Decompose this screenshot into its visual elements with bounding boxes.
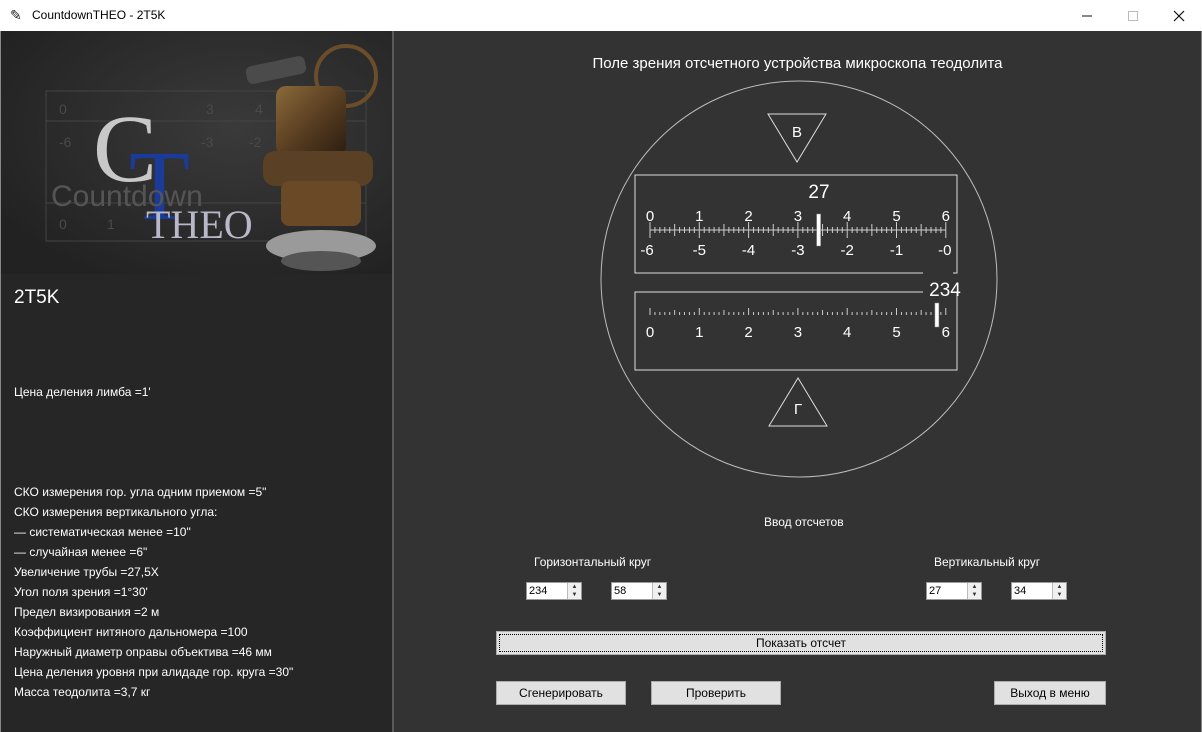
- spin-up-icon[interactable]: ▲: [968, 583, 981, 591]
- spin-down-icon[interactable]: ▼: [1053, 591, 1066, 599]
- vertical-scale-bottom-label: -5: [693, 242, 706, 259]
- spec-line: Угол поля зрения =1°30': [14, 585, 148, 599]
- horizontal-minutes-input[interactable]: [612, 583, 654, 599]
- vertical-degree: 27: [808, 182, 829, 203]
- svg-text:-2: -2: [249, 134, 262, 150]
- spec-line: Масса теодолита =3,7 кг: [14, 685, 151, 699]
- vertical-marker-label: В: [792, 124, 802, 141]
- spec-line: СКО измерения гор. угла одним приемом =5…: [14, 485, 267, 499]
- svg-text:-6: -6: [59, 134, 72, 150]
- vertical-scale-bottom-label: -3: [791, 242, 804, 259]
- vertical-minutes-input[interactable]: [1012, 583, 1054, 599]
- svg-text:0: 0: [59, 101, 67, 117]
- horizontal-scale-label: 0: [646, 324, 654, 341]
- horizontal-scale-label: 5: [892, 324, 900, 341]
- spec-line: Коэффициент нитяного дальномера =100: [14, 625, 248, 639]
- vertical-scale-top-label: 4: [843, 208, 851, 225]
- svg-text:0: 0: [59, 216, 67, 232]
- close-icon[interactable]: [1156, 0, 1202, 31]
- spec-line: — случайная менее =6": [14, 545, 148, 559]
- spin-down-icon[interactable]: ▼: [568, 591, 581, 599]
- title-bar: ✎ CountdownTHEO - 2T5K: [0, 0, 1202, 32]
- horizontal-marker-label: Г: [794, 401, 802, 418]
- vertical-scale-top-label: 5: [892, 208, 900, 225]
- generate-button[interactable]: Сгенерировать: [496, 681, 626, 705]
- vertical-scale-top-label: 1: [695, 208, 703, 225]
- horizontal-scale-label: 2: [744, 324, 752, 341]
- window-title: CountdownTHEO - 2T5K: [32, 8, 166, 22]
- show-reading-button[interactable]: Показать отсчет: [496, 631, 1106, 655]
- maximize-icon[interactable]: [1110, 0, 1156, 31]
- instrument-model: 2T5K: [14, 287, 60, 308]
- spec-line: — систематическая менее =10": [14, 525, 191, 539]
- horizontal-scale-label: 4: [843, 324, 851, 341]
- horizontal-index-mark: [934, 302, 940, 328]
- spin-down-icon[interactable]: ▼: [653, 591, 666, 599]
- spin-arrows[interactable]: ▲ ▼: [1052, 583, 1066, 599]
- horizontal-scale-label: 3: [794, 324, 802, 341]
- reading-panel: Поле зрения отсчетного устройства микрос…: [394, 31, 1201, 732]
- minimize-icon[interactable]: [1064, 0, 1110, 31]
- spec-line: Цена деления уровня при алидаде гор. кру…: [14, 665, 294, 679]
- vertical-scale-top-label: 6: [942, 208, 950, 225]
- vertical-scale-bottom-label: -1: [890, 242, 903, 259]
- spec-line: Наружный диаметр оправы объектива =46 мм: [14, 645, 272, 659]
- spec-line: СКО измерения вертикального угла:: [14, 505, 218, 519]
- horizontal-degrees-input[interactable]: [527, 583, 569, 599]
- vertical-minutes-spinbox[interactable]: ▲▼: [1011, 582, 1067, 600]
- instrument-panel: 0 -6 3 -3 4 -2 01 C T Countdown THEO 2T5K Ц…: [1, 31, 392, 732]
- vertical-degrees-input[interactable]: [927, 583, 969, 599]
- spin-arrows[interactable]: ▲ ▼: [967, 583, 981, 599]
- spin-up-icon[interactable]: ▲: [653, 583, 666, 591]
- spin-up-icon[interactable]: ▲: [568, 583, 581, 591]
- spec-line: Увеличение трубы =27,5X: [14, 565, 159, 579]
- vertical-scale-bottom-label: -4: [742, 242, 755, 259]
- limb-division: Цена деления лимба =1': [14, 385, 151, 399]
- vertical-degrees-spinbox[interactable]: ▲▼: [926, 582, 982, 600]
- horizontal-degree: 234: [929, 280, 961, 301]
- spin-arrows[interactable]: ▲ ▼: [652, 583, 666, 599]
- vertical-scale-bottom-label: -6: [640, 242, 653, 259]
- svg-text:1: 1: [107, 216, 115, 232]
- feather-icon: ✎: [10, 7, 22, 23]
- vertical-index-mark: [816, 213, 821, 247]
- spec-line: Предел визирования =2 м: [14, 605, 160, 619]
- check-button[interactable]: Проверить: [651, 681, 781, 705]
- vertical-scale-top-label: 2: [744, 208, 752, 225]
- app-logo: 0 -6 3 -3 4 -2 01 C T Countdown THEO: [1, 31, 392, 274]
- spin-up-icon[interactable]: ▲: [1053, 583, 1066, 591]
- spin-down-icon[interactable]: ▼: [968, 591, 981, 599]
- horizontal-scale-label: 6: [942, 324, 950, 341]
- logo-theo: THEO: [146, 202, 253, 247]
- exit-to-menu-button[interactable]: Выход в меню: [994, 681, 1106, 705]
- input-section-label: Ввод отсчетов: [764, 515, 844, 529]
- svg-text:4: 4: [255, 101, 263, 117]
- vertical-scale-bottom-label: -0: [938, 242, 951, 259]
- vertical-scale-top-label: 0: [646, 208, 654, 225]
- spin-arrows[interactable]: ▲ ▼: [567, 583, 581, 599]
- vertical-scale-bottom-label: -2: [841, 242, 854, 259]
- microscope-field-of-view: В Г 27 0123456 -6 -5 -4 -3 -2 -1 -0 234 012345…: [600, 80, 998, 478]
- vertical-scale-top-label: 3: [794, 208, 802, 225]
- horizontal-scale-label: 1: [695, 324, 703, 341]
- vertical-circle-label: Вертикальный круг: [934, 555, 1041, 569]
- svg-text:-3: -3: [201, 134, 214, 150]
- horizontal-degrees-spinbox[interactable]: ▲▼: [526, 582, 582, 600]
- svg-text:3: 3: [206, 101, 214, 117]
- horizontal-minutes-spinbox[interactable]: ▲▼: [611, 582, 667, 600]
- horizontal-circle-label: Горизонтальный круг: [534, 555, 652, 569]
